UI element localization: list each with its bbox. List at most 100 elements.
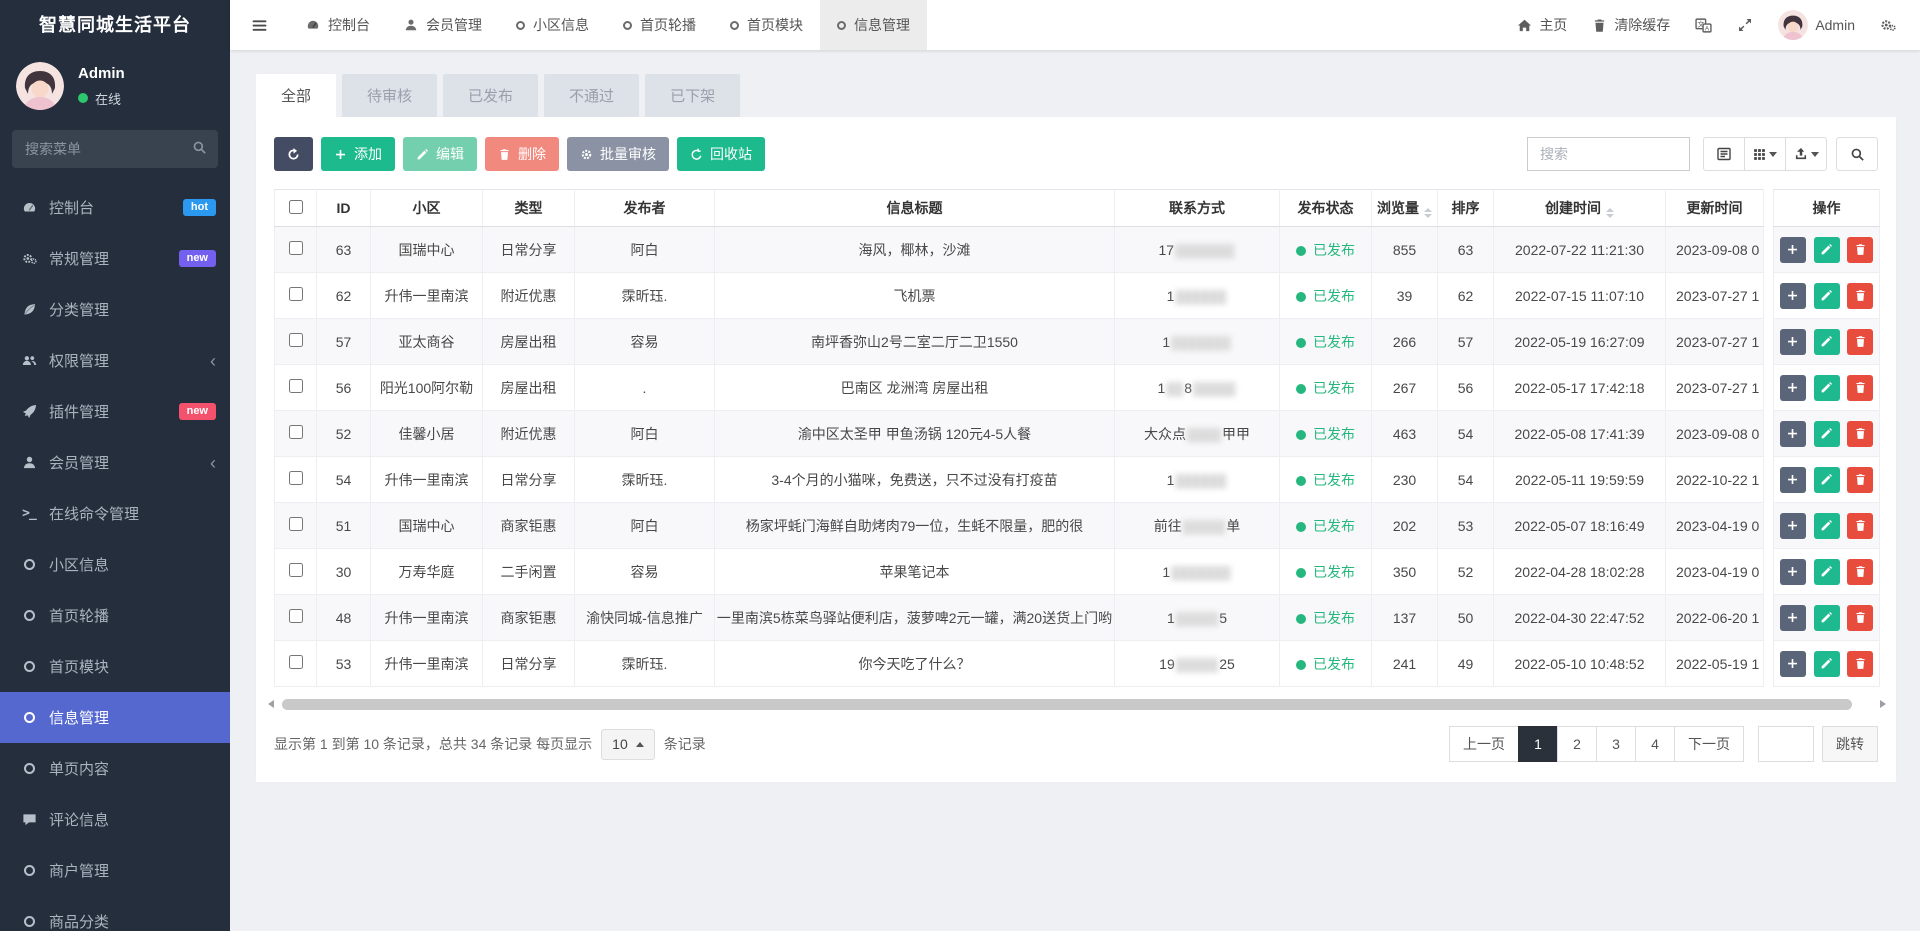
sidebar-item-addon[interactable]: 插件管理 new — [0, 386, 230, 437]
advanced-search-button[interactable] — [1836, 137, 1878, 171]
nav-tab-community[interactable]: 小区信息 — [499, 0, 606, 50]
hamburger-menu-icon[interactable] — [230, 0, 289, 50]
row-edit-button[interactable] — [1814, 329, 1840, 355]
sidebar-item-comment[interactable]: 评论信息 — [0, 794, 230, 845]
sidebar-item-info[interactable]: 信息管理 — [0, 692, 230, 743]
horizontal-scrollbar[interactable] — [274, 699, 1878, 710]
row-delete-button[interactable] — [1847, 651, 1873, 677]
select-all-checkbox[interactable] — [289, 200, 303, 214]
table-search-input[interactable] — [1527, 137, 1690, 171]
status-tab-1[interactable]: 待审核 — [342, 74, 437, 117]
recycle-bin-button[interactable]: 回收站 — [677, 137, 765, 171]
page-button-3[interactable]: 3 — [1596, 726, 1636, 762]
row-delete-button[interactable] — [1847, 467, 1873, 493]
row-add-button[interactable] — [1780, 237, 1806, 263]
row-add-button[interactable] — [1780, 559, 1806, 585]
row-add-button[interactable] — [1780, 467, 1806, 493]
row-checkbox[interactable] — [289, 287, 303, 301]
status-tab-3[interactable]: 不通过 — [544, 74, 639, 117]
row-edit-button[interactable] — [1814, 651, 1840, 677]
row-add-button[interactable] — [1780, 375, 1806, 401]
row-checkbox[interactable] — [289, 517, 303, 531]
topbar-user[interactable]: Admin — [1778, 10, 1855, 40]
columns-button[interactable] — [1744, 137, 1786, 171]
sidebar-item-community[interactable]: 小区信息 — [0, 539, 230, 590]
row-add-button[interactable] — [1780, 513, 1806, 539]
row-edit-button[interactable] — [1814, 237, 1840, 263]
nav-tab-console[interactable]: 控制台 — [289, 0, 387, 50]
row-checkbox[interactable] — [289, 609, 303, 623]
sidebar-item-page[interactable]: 单页内容 — [0, 743, 230, 794]
row-edit-button[interactable] — [1814, 513, 1840, 539]
page-button-2[interactable]: 2 — [1557, 726, 1597, 762]
page-button-4[interactable]: 4 — [1635, 726, 1675, 762]
refresh-button[interactable] — [274, 137, 313, 171]
edit-button[interactable]: 编辑 — [403, 137, 477, 171]
row-delete-button[interactable] — [1847, 329, 1873, 355]
row-edit-button[interactable] — [1814, 421, 1840, 447]
prev-page-button[interactable]: 上一页 — [1449, 726, 1519, 762]
col-created[interactable]: 创建时间 — [1494, 190, 1666, 227]
home-button[interactable]: 主页 — [1517, 15, 1567, 35]
row-edit-button[interactable] — [1814, 283, 1840, 309]
batch-audit-button[interactable]: 批量审核 — [567, 137, 669, 171]
row-add-button[interactable] — [1780, 651, 1806, 677]
detail-view-button[interactable] — [1703, 137, 1745, 171]
row-checkbox[interactable] — [289, 333, 303, 347]
nav-tab-banner[interactable]: 首页轮播 — [606, 0, 713, 50]
next-page-button[interactable]: 下一页 — [1674, 726, 1744, 762]
row-add-button[interactable] — [1780, 329, 1806, 355]
row-checkbox[interactable] — [289, 425, 303, 439]
row-delete-button[interactable] — [1847, 559, 1873, 585]
row-edit-button[interactable] — [1814, 375, 1840, 401]
settings-button[interactable] — [1880, 17, 1896, 33]
sidebar-item-member[interactable]: 会员管理 ‹ — [0, 437, 230, 488]
language-button[interactable]: 文A — [1695, 17, 1712, 34]
col-views[interactable]: 浏览量 — [1372, 190, 1438, 227]
col-updated[interactable]: 更新时间 — [1666, 190, 1764, 227]
status-tab-0[interactable]: 全部 — [256, 74, 336, 117]
row-checkbox[interactable] — [289, 471, 303, 485]
export-button[interactable] — [1785, 137, 1827, 171]
menu-search-input[interactable] — [12, 130, 218, 168]
add-button[interactable]: 添加 — [321, 137, 395, 171]
row-checkbox[interactable] — [289, 379, 303, 393]
sidebar-item-banner[interactable]: 首页轮播 — [0, 590, 230, 641]
row-checkbox[interactable] — [289, 241, 303, 255]
row-delete-button[interactable] — [1847, 605, 1873, 631]
sidebar-item-console[interactable]: 控制台 hot — [0, 182, 230, 233]
sidebar-item-goods[interactable]: 商品分类 — [0, 896, 230, 931]
row-delete-button[interactable] — [1847, 513, 1873, 539]
sidebar-item-command[interactable]: >_ 在线命令管理 — [0, 488, 230, 539]
status-tab-2[interactable]: 已发布 — [443, 74, 538, 117]
row-edit-button[interactable] — [1814, 467, 1840, 493]
row-delete-button[interactable] — [1847, 237, 1873, 263]
page-button-1[interactable]: 1 — [1518, 726, 1558, 762]
jump-button[interactable]: 跳转 — [1822, 726, 1878, 762]
nav-tab-info[interactable]: 信息管理 — [820, 0, 927, 50]
sidebar-item-auth[interactable]: 权限管理 ‹ — [0, 335, 230, 386]
status-tab-4[interactable]: 已下架 — [645, 74, 740, 117]
delete-button[interactable]: 删除 — [485, 137, 559, 171]
jump-page-input[interactable] — [1758, 726, 1814, 762]
sidebar-item-merchant[interactable]: 商户管理 — [0, 845, 230, 896]
sidebar-item-general[interactable]: 常规管理 new — [0, 233, 230, 284]
scrollbar-thumb[interactable] — [282, 699, 1852, 710]
row-delete-button[interactable] — [1847, 283, 1873, 309]
page-size-select[interactable]: 10 — [601, 729, 655, 760]
row-add-button[interactable] — [1780, 605, 1806, 631]
row-checkbox[interactable] — [289, 563, 303, 577]
nav-tab-module[interactable]: 首页模块 — [713, 0, 820, 50]
row-add-button[interactable] — [1780, 421, 1806, 447]
fullscreen-button[interactable] — [1737, 17, 1753, 33]
sidebar-item-category[interactable]: 分类管理 — [0, 284, 230, 335]
row-checkbox[interactable] — [289, 655, 303, 669]
row-delete-button[interactable] — [1847, 421, 1873, 447]
row-add-button[interactable] — [1780, 283, 1806, 309]
user-avatar[interactable] — [16, 62, 64, 110]
sidebar-item-module[interactable]: 首页模块 — [0, 641, 230, 692]
row-edit-button[interactable] — [1814, 605, 1840, 631]
clear-cache-button[interactable]: 清除缓存 — [1592, 15, 1670, 35]
nav-tab-member[interactable]: 会员管理 — [387, 0, 499, 50]
row-edit-button[interactable] — [1814, 559, 1840, 585]
